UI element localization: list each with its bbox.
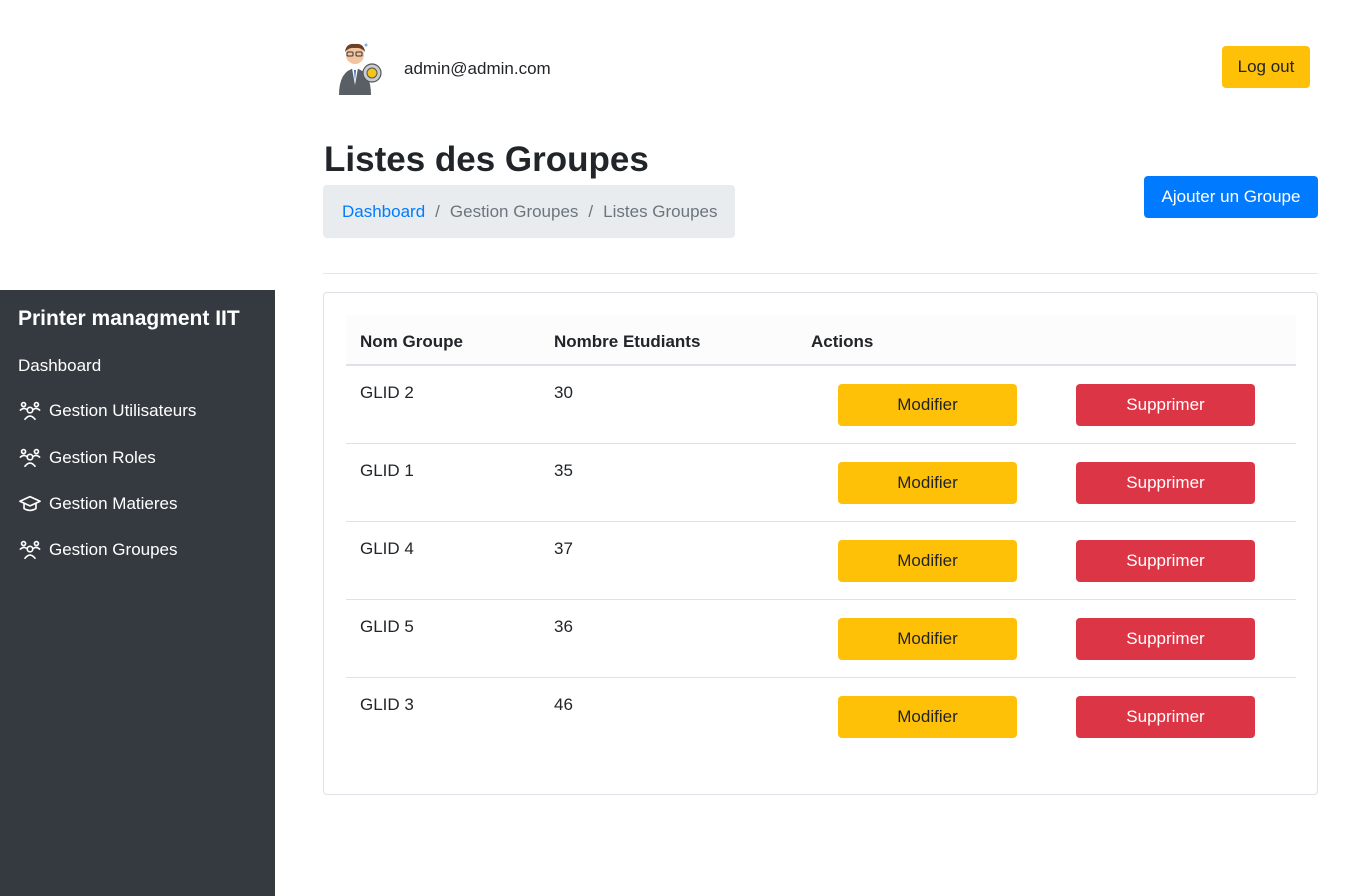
page-title: Listes des Groupes	[324, 140, 649, 179]
sidebar-item-label: Gestion Matieres	[49, 494, 178, 513]
user-email: admin@admin.com	[404, 59, 551, 78]
breadcrumb: Dashboard / Gestion Groupes / Listes Gro…	[323, 185, 735, 238]
sidebar-item-label: Gestion Groupes	[49, 540, 178, 559]
breadcrumb-dashboard-link[interactable]: Dashboard	[342, 202, 425, 222]
table-header: Nom Groupe Nombre Etudiants Actions	[346, 315, 1296, 366]
modifier-button[interactable]: Modifier	[838, 696, 1017, 738]
column-header-nom-groupe: Nom Groupe	[360, 332, 463, 351]
table-row: GLID 3 46 Modifier Supprimer	[346, 678, 1296, 756]
modifier-button[interactable]: Modifier	[838, 462, 1017, 504]
modifier-button[interactable]: Modifier	[838, 384, 1017, 426]
supprimer-button[interactable]: Supprimer	[1076, 384, 1255, 426]
sidebar-item-label: Gestion Roles	[49, 448, 156, 467]
sidebar-item-groupes[interactable]: Gestion Groupes	[18, 538, 178, 562]
groups-table: Nom Groupe Nombre Etudiants Actions GLID…	[346, 315, 1296, 756]
users-icon	[18, 538, 42, 562]
supprimer-button[interactable]: Supprimer	[1076, 462, 1255, 504]
sidebar-item-matieres[interactable]: Gestion Matieres	[18, 492, 178, 516]
modifier-button[interactable]: Modifier	[838, 618, 1017, 660]
sidebar-item-roles[interactable]: Gestion Roles	[18, 446, 156, 470]
users-icon	[18, 446, 42, 470]
group-name: GLID 1	[360, 461, 414, 480]
logout-button[interactable]: Log out	[1222, 46, 1310, 88]
sidebar-item-dashboard[interactable]: Dashboard	[18, 356, 101, 376]
table-row: GLID 2 30 Modifier Supprimer	[346, 366, 1296, 444]
group-name: GLID 3	[360, 695, 414, 714]
student-count: 35	[554, 461, 573, 480]
groups-card: Nom Groupe Nombre Etudiants Actions GLID…	[323, 292, 1318, 795]
student-count: 37	[554, 539, 573, 558]
column-header-nombre-etudiants: Nombre Etudiants	[554, 332, 701, 351]
breadcrumb-separator: /	[588, 201, 594, 221]
add-group-button[interactable]: Ajouter un Groupe	[1144, 176, 1318, 218]
users-icon	[18, 399, 42, 423]
breadcrumb-separator: /	[435, 201, 440, 221]
supprimer-button[interactable]: Supprimer	[1076, 540, 1255, 582]
student-count: 36	[554, 617, 573, 636]
student-count: 46	[554, 695, 573, 714]
supprimer-button[interactable]: Supprimer	[1076, 618, 1255, 660]
user-profile: admin@admin.com	[333, 41, 551, 97]
breadcrumb-gestion-groupes: Gestion Groupes	[449, 201, 579, 221]
sidebar-item-utilisateurs[interactable]: Gestion Utilisateurs	[18, 399, 196, 423]
breadcrumb-current: Listes Groupes	[603, 201, 718, 221]
column-header-actions: Actions	[811, 332, 874, 351]
divider	[323, 273, 1318, 274]
group-name: GLID 2	[360, 383, 414, 402]
sidebar: Printer managment IIT Dashboard Gestion …	[0, 290, 275, 896]
group-name: GLID 4	[360, 539, 414, 558]
sidebar-item-label: Dashboard	[18, 356, 102, 375]
table-row: GLID 4 37 Modifier Supprimer	[346, 522, 1296, 600]
sidebar-item-label: Gestion Utilisateurs	[49, 401, 197, 420]
graduation-cap-icon	[18, 492, 42, 516]
sidebar-brand: Printer managment IIT	[18, 307, 240, 330]
modifier-button[interactable]: Modifier	[838, 540, 1017, 582]
table-row: GLID 5 36 Modifier Supprimer	[346, 600, 1296, 678]
group-name: GLID 5	[360, 617, 414, 636]
table-row: GLID 1 35 Modifier Supprimer	[346, 444, 1296, 522]
student-count: 30	[554, 383, 573, 402]
supprimer-button[interactable]: Supprimer	[1076, 696, 1255, 738]
avatar	[339, 43, 382, 95]
